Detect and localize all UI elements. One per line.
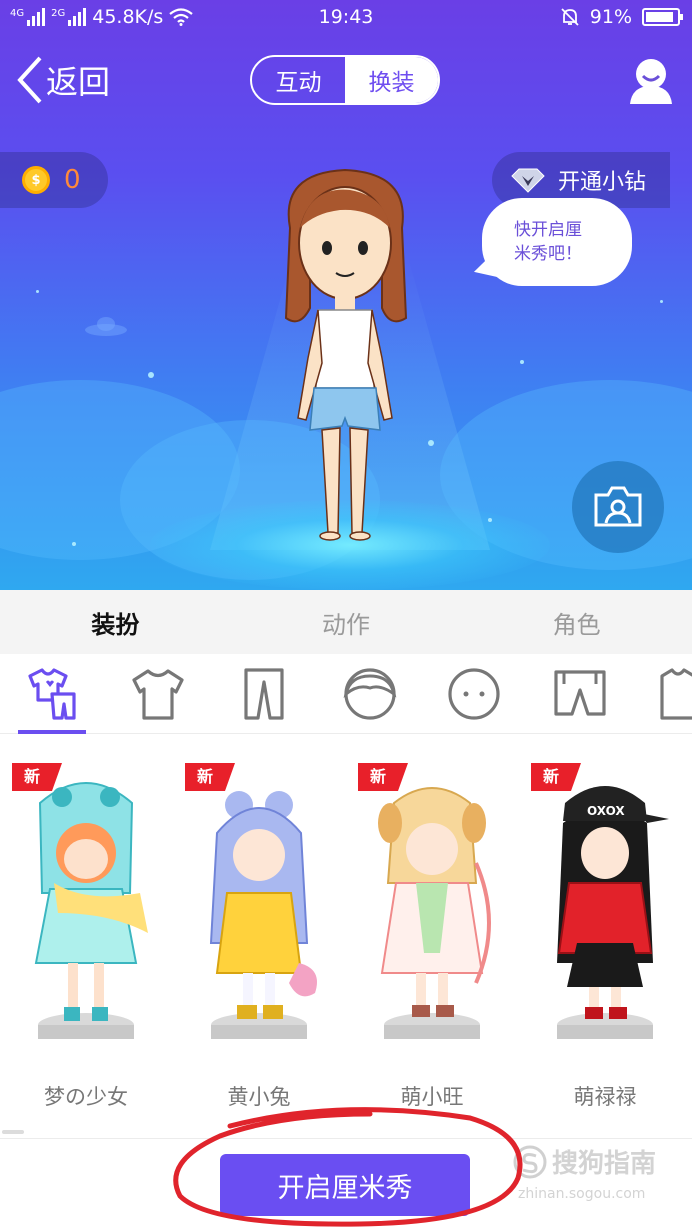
outfit-name: 萌禄禄 bbox=[573, 1085, 637, 1109]
section-tabs: 装扮 动作 角色 bbox=[0, 590, 692, 654]
outfit-set-icon[interactable] bbox=[22, 666, 82, 722]
battery-icon bbox=[642, 8, 683, 26]
watermark-text: 搜狗指南 bbox=[552, 1149, 657, 1179]
tab-action[interactable]: 动作 bbox=[231, 590, 462, 654]
ufo-icon bbox=[85, 317, 127, 336]
outfit-preview-image bbox=[34, 782, 148, 1039]
outfit-preview-image: OXOX bbox=[557, 786, 669, 1039]
star bbox=[36, 290, 39, 293]
tab-role[interactable]: 角色 bbox=[461, 590, 692, 654]
tab-interact[interactable]: 互动 bbox=[252, 57, 345, 103]
category-row bbox=[0, 654, 692, 734]
back-button[interactable]: 返回 bbox=[16, 56, 110, 104]
outfit-name: 黄小兔 bbox=[227, 1085, 291, 1109]
hair-icon[interactable] bbox=[340, 666, 400, 722]
scroll-indicator[interactable] bbox=[2, 1130, 24, 1134]
outfit-preview-image bbox=[378, 787, 491, 1039]
outfit-item[interactable]: 新 萌小旺 bbox=[346, 735, 518, 1135]
speech-bubble: 快开启厘 米秀吧！ bbox=[482, 198, 632, 286]
category-underline bbox=[18, 730, 86, 734]
status-right: 91% bbox=[560, 6, 683, 28]
coin-icon: $ bbox=[22, 166, 50, 194]
star bbox=[148, 372, 154, 378]
back-label: 返回 bbox=[46, 63, 111, 101]
diamond-icon bbox=[511, 168, 545, 193]
tab-dressup[interactable]: 换装 bbox=[345, 57, 438, 103]
avatar-character[interactable] bbox=[270, 168, 420, 548]
coin-balance[interactable]: $ 0 bbox=[0, 152, 108, 208]
mute-bell-icon bbox=[561, 8, 579, 26]
mode-switch: 互动 换装 bbox=[250, 55, 440, 105]
outfit-name: 萌小旺 bbox=[400, 1085, 464, 1109]
outfit-item[interactable]: 新 梦の少女 bbox=[0, 735, 172, 1135]
camera-button[interactable] bbox=[572, 461, 664, 553]
star bbox=[660, 300, 663, 303]
sogou-logo-icon bbox=[513, 1145, 547, 1178]
battery-level bbox=[646, 12, 674, 22]
svg-text:OXOX: OXOX bbox=[587, 804, 625, 818]
camera-icon bbox=[594, 486, 642, 527]
battery-percent: 91% bbox=[589, 6, 632, 28]
pants-icon[interactable] bbox=[234, 666, 294, 722]
status-bar: 4G 2G 45.8K/s 19:43 91% bbox=[0, 0, 692, 36]
shorts-icon[interactable] bbox=[550, 666, 610, 722]
chevron-left-icon bbox=[17, 56, 42, 104]
coin-count: 0 bbox=[64, 165, 81, 195]
watermark-url: zhinan.sogou.com bbox=[518, 1186, 646, 1202]
outfit-item[interactable]: OXOX 新 萌禄禄 bbox=[519, 735, 691, 1135]
star bbox=[72, 542, 76, 546]
face-icon[interactable] bbox=[444, 666, 504, 722]
outfit-grid: 新 梦の少女 新 黄小兔 新 萌小旺 OXOX 新 萌禄禄 bbox=[0, 735, 692, 1135]
bubble-line-2: 米秀吧！ bbox=[514, 244, 582, 264]
profile-icon[interactable] bbox=[624, 54, 678, 108]
vip-label: 开通小钻 bbox=[558, 170, 647, 195]
outfit-name: 梦の少女 bbox=[44, 1085, 128, 1109]
outfit-item[interactable]: 新 黄小兔 bbox=[173, 735, 345, 1135]
accessory-icon[interactable] bbox=[656, 666, 692, 722]
tab-dress[interactable]: 装扮 bbox=[0, 590, 231, 654]
outfit-preview-image bbox=[209, 791, 317, 1039]
bubble-line-1: 快开启厘 bbox=[514, 220, 582, 240]
star bbox=[520, 360, 524, 364]
top-icon[interactable] bbox=[128, 666, 188, 722]
star bbox=[428, 440, 434, 446]
watermark: 搜狗指南 bbox=[512, 1143, 656, 1180]
star bbox=[488, 518, 492, 522]
open-cmshow-button[interactable]: 开启厘米秀 bbox=[220, 1154, 470, 1216]
hero-area: 4G 2G 45.8K/s 19:43 91% 返回 互动 换装 $ 0 开通小… bbox=[0, 0, 692, 590]
